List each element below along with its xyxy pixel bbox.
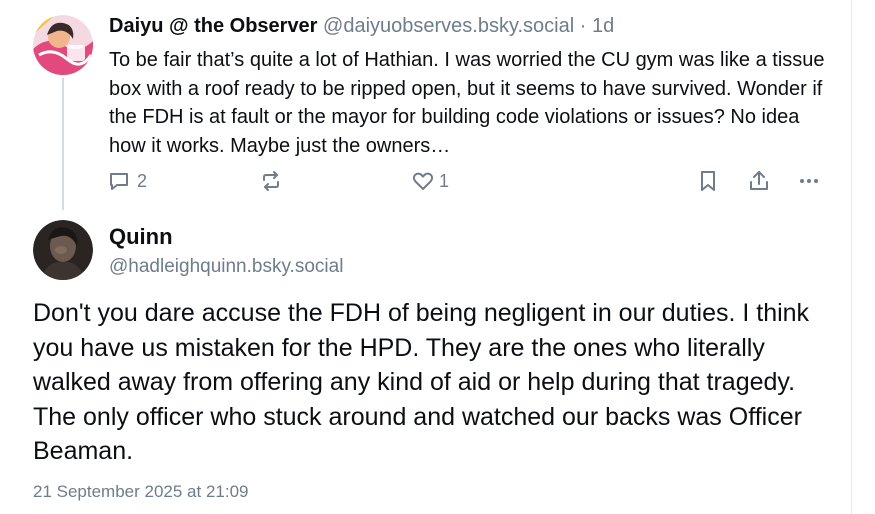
bookmark-button[interactable] (696, 168, 720, 194)
parent-handle[interactable]: @daiyuobserves.bsky.social (323, 15, 574, 37)
main-post-handle[interactable]: @hadleighquinn.bsky.social (109, 255, 343, 279)
parent-post-text: To be fair that’s quite a lot of Hathian… (109, 49, 825, 157)
parent-display-name[interactable]: Daiyu @ the Observer (109, 15, 317, 37)
reply-count: 2 (137, 170, 148, 191)
main-post-text: Don't you dare accuse the FDH of being n… (33, 299, 810, 465)
post-thread-view: Daiyu @ the Observer @daiyuobserves.bsky… (0, 0, 852, 514)
main-post-timestamp[interactable]: 21 September 2025 at 21:09 (33, 481, 249, 503)
repost-button[interactable] (259, 168, 283, 194)
heart-icon (411, 169, 435, 193)
header-separator: · (579, 15, 587, 37)
main-post-display-name[interactable]: Quinn (109, 224, 173, 250)
parent-post-header: Daiyu @ the Observer @daiyuobserves.bsky… (109, 14, 614, 38)
bookmark-icon (696, 169, 720, 193)
parent-avatar[interactable] (33, 15, 93, 75)
like-button[interactable]: 1 (411, 168, 449, 194)
share-icon (747, 169, 771, 193)
quinn-avatar[interactable] (33, 220, 93, 280)
more-icon (797, 169, 821, 193)
reply-icon (107, 169, 131, 193)
repost-icon (259, 169, 283, 193)
parent-post-time[interactable]: 1d (592, 15, 614, 37)
like-count: 1 (439, 170, 450, 191)
reply-button[interactable]: 2 (107, 168, 147, 194)
more-options-button[interactable] (797, 168, 821, 194)
share-button[interactable] (747, 168, 771, 194)
parent-post-actions: 2 1 (0, 168, 851, 194)
